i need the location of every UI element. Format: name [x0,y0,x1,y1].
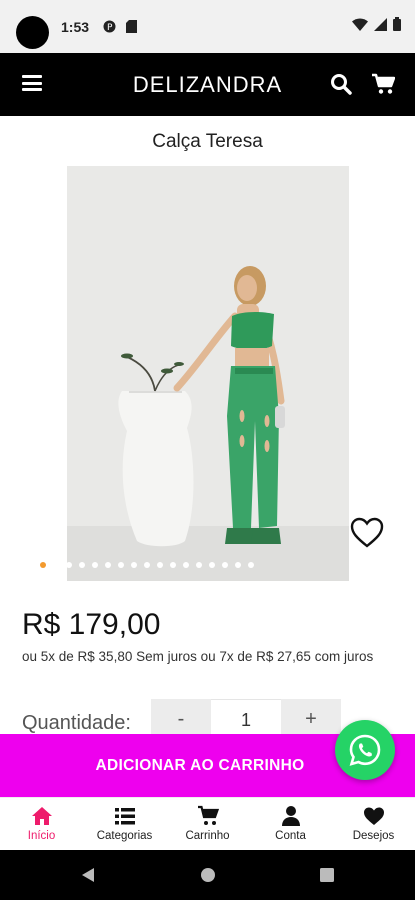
status-bar: 1:53 P [0,0,415,53]
svg-text:P: P [107,23,113,33]
carousel-dot[interactable] [209,562,215,568]
nav-label-conta: Conta [275,830,306,842]
sd-card-icon [126,20,137,33]
nav-label-desejos: Desejos [352,830,395,842]
product-title: Calça Teresa [152,131,263,152]
heart-icon [363,807,384,825]
cart-icon[interactable] [371,72,395,96]
user-icon [281,806,300,826]
quantity-stepper: - 1 + [151,699,341,740]
wifi-icon [352,18,368,31]
home-icon [31,807,52,825]
camera-cutout [16,16,49,49]
bottom-navigation: Início Categorias Carrinho Conta Desejos [0,797,415,851]
system-navigation-bar [0,850,415,900]
status-icons [352,17,401,31]
nav-item-carrinho[interactable]: Carrinho [166,798,249,851]
product-image[interactable] [67,166,349,581]
app-notification-icon: P [103,20,116,33]
carousel-dot[interactable] [131,562,137,568]
carousel-dot[interactable] [53,562,59,568]
nav-label-categorias: Categorias [96,830,153,842]
quantity-label: Quantidade: [22,712,131,734]
quantity-decrease-button[interactable]: - [151,699,211,739]
whatsapp-button[interactable] [335,720,395,780]
status-time: 1:53 [61,19,90,35]
recents-icon[interactable] [319,867,335,883]
product-price: R$ 179,00 [22,608,161,641]
cart-icon [197,805,219,825]
carousel-dot[interactable] [235,562,241,568]
carousel-dot[interactable] [248,562,254,568]
carousel-dot[interactable] [40,562,46,568]
home-circle-icon[interactable] [200,867,216,883]
carousel-dot[interactable] [105,562,111,568]
back-icon[interactable] [80,867,96,883]
carousel-dot[interactable] [183,562,189,568]
list-icon [114,808,135,825]
brand-logo[interactable]: DELIZANDRA [0,72,415,98]
battery-icon [393,17,401,31]
app-header: DELIZANDRA [0,53,415,116]
favorite-heart-icon[interactable] [349,515,385,551]
installments-text: ou 5x de R$ 35,80 Sem juros ou 7x de R$ … [22,649,374,664]
image-carousel-dots [40,562,254,568]
nav-item-desejos[interactable]: Desejos [332,798,415,851]
quantity-increase-button[interactable]: + [281,699,341,739]
nav-item-conta[interactable]: Conta [249,798,332,851]
signal-icon [374,17,387,31]
carousel-dot[interactable] [79,562,85,568]
carousel-dot[interactable] [118,562,124,568]
nav-label-carrinho: Carrinho [185,830,230,842]
carousel-dot[interactable] [222,562,228,568]
carousel-dot[interactable] [157,562,163,568]
whatsapp-icon [349,734,381,766]
search-icon[interactable] [330,73,352,95]
carousel-dot[interactable] [170,562,176,568]
nav-item-inicio[interactable]: Início [0,798,83,851]
carousel-dot[interactable] [66,562,72,568]
nav-label-inicio: Início [27,830,56,842]
carousel-dot[interactable] [144,562,150,568]
nav-item-categorias[interactable]: Categorias [83,798,166,851]
add-to-cart-label: ADICIONAR AO CARRINHO [95,756,305,774]
carousel-dot[interactable] [196,562,202,568]
carousel-dot[interactable] [92,562,98,568]
